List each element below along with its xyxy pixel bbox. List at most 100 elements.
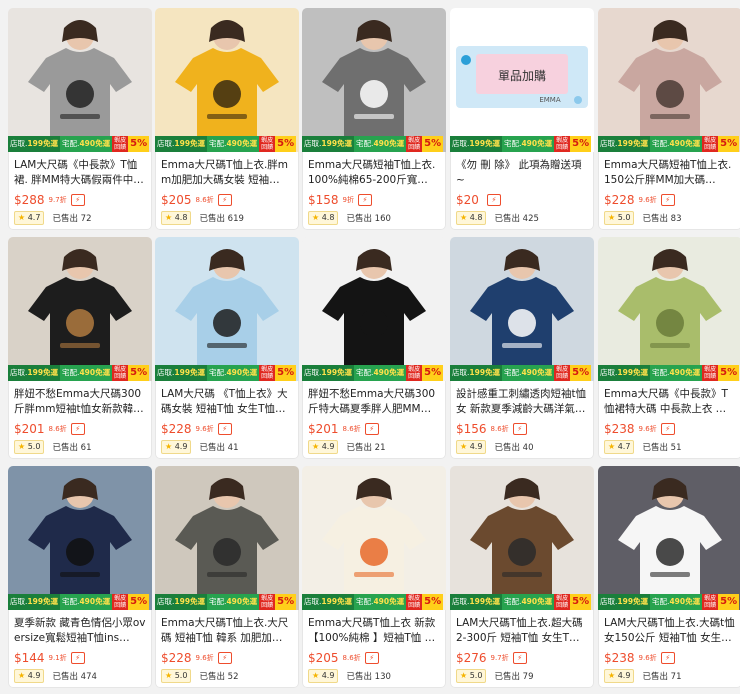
sold-count: 已售出 160 <box>346 214 391 224</box>
shop-pickup-promo: 店取.199免運 <box>155 136 208 152</box>
product-title[interactable]: Emma大尺碼短袖T恤上衣.100%純棉65-200斤寬… <box>308 158 440 188</box>
product-title[interactable]: 夏季新款 藏青色情侶小眾oversize寬鬆短袖T恤ins… <box>14 616 146 646</box>
cashback-percent: 5% <box>275 136 297 152</box>
cashback-label: 蝦皮 回饋 <box>406 136 423 152</box>
product-image[interactable] <box>302 237 446 381</box>
product-image[interactable] <box>155 466 299 610</box>
product-title[interactable]: LAM大尺碼T恤上衣.大碼t恤女150公斤 短袖T恤 女生… <box>604 616 736 646</box>
product-card[interactable]: 店取.199免運 宅配.490免運 蝦皮 回饋 5% 設計感重工刺繡透肉短袖t恤女… <box>450 237 594 459</box>
product-title[interactable]: LAM大尺碼T恤上衣.超大碼2-300斤 短袖T恤 女生T恤… <box>456 616 588 646</box>
home-delivery-promo: 宅配.490免運 <box>354 365 407 381</box>
star-icon: ★ <box>312 213 320 222</box>
home-delivery-promo: 宅配.490免運 <box>502 594 555 610</box>
product-image[interactable] <box>8 8 152 152</box>
price-row: $156 8.6折 ⚡ <box>456 421 527 437</box>
rating-value: 5.0 <box>174 671 188 680</box>
discount-label: 9.6折 <box>638 196 657 204</box>
product-image[interactable] <box>598 237 740 381</box>
product-title[interactable]: 《勿 刪 除》 此項為贈送項~ <box>456 158 588 188</box>
product-image-graphic <box>155 466 299 610</box>
cashback-label: 蝦皮 回饋 <box>112 136 129 152</box>
product-title[interactable]: Emma大尺碼T恤上衣 新款【100%純棉 】短袖T恤 … <box>308 616 440 646</box>
rating-row: ★ 4.9 已售出 130 <box>308 669 391 683</box>
product-image[interactable]: 單品加購 EMMA <box>450 8 594 152</box>
product-image-graphic <box>598 466 740 610</box>
home-delivery-promo: 宅配.490免運 <box>354 594 407 610</box>
product-image[interactable] <box>450 466 594 610</box>
product-title[interactable]: LAM大尺碼《中長款》T恤裙. 胖MM特大碼假兩件中長… <box>14 158 146 188</box>
product-card[interactable]: 店取.199免運 宅配.490免運 蝦皮 回饋 5% LAM大尺碼 《T恤上衣》大… <box>155 237 299 459</box>
product-image-graphic <box>598 8 740 152</box>
star-icon: ★ <box>608 671 616 680</box>
promo-banner: 店取.199免運 宅配.490免運 蝦皮 回饋 5% <box>450 136 594 152</box>
product-image-graphic <box>8 237 152 381</box>
product-card[interactable]: 單品加購 EMMA 店取.199免運 宅配.490免運 蝦皮 回饋 5% 《勿 刪… <box>450 8 594 230</box>
star-icon: ★ <box>608 442 616 451</box>
product-image-graphic <box>302 8 446 152</box>
rating-value: 5.0 <box>469 671 483 680</box>
discount-label: 8.6折 <box>490 425 509 433</box>
product-card[interactable]: 店取.199免運 宅配.490免運 蝦皮 回饋 5% Emma大尺碼短袖T恤上衣.… <box>302 8 446 230</box>
discount-label: 9.6折 <box>195 425 214 433</box>
product-card[interactable]: 店取.199免運 宅配.490免運 蝦皮 回饋 5% 胖妞不愁Emma大尺碼300… <box>8 237 152 459</box>
product-image[interactable] <box>8 466 152 610</box>
product-price: $201 <box>14 422 45 436</box>
product-title[interactable]: 胖妞不愁Emma大尺碼300斤胖mm短袖t恤女新款韓… <box>14 387 146 417</box>
product-title[interactable]: Emma大尺碼《中長款》T恤裙特大碼 中長款上衣 … <box>604 387 736 417</box>
product-card[interactable]: 店取.199免運 宅配.490免運 蝦皮 回饋 5% LAM大尺碼T恤上衣.大碼t… <box>598 466 740 688</box>
price-row: $228 9.6折 ⚡ <box>161 421 232 437</box>
rating-value: 4.9 <box>174 442 188 451</box>
product-image[interactable] <box>155 8 299 152</box>
product-image[interactable] <box>8 237 152 381</box>
shop-pickup-promo: 店取.199免運 <box>450 365 503 381</box>
price-row: $20 ⚡ <box>456 192 501 208</box>
promo-banner: 店取.199免運 宅配.490免運 蝦皮 回饋 5% <box>302 594 446 610</box>
product-title[interactable]: Emma大尺碼T恤上衣.大尺碼 短袖T恤 韓系 加肥加… <box>161 616 293 646</box>
fast-shipping-icon: ⚡ <box>660 194 675 206</box>
rating-row: ★ 4.9 已售出 71 <box>604 669 681 683</box>
rating-badge: ★ 4.9 <box>604 669 635 683</box>
product-card[interactable]: 店取.199免運 宅配.490免運 蝦皮 回饋 5% 夏季新款 藏青色情侶小眾ov… <box>8 466 152 688</box>
product-card[interactable]: 店取.199免運 宅配.490免運 蝦皮 回饋 5% Emma大尺碼《中長款》T恤… <box>598 237 740 459</box>
cashback-percent: 5% <box>422 594 444 610</box>
product-image[interactable] <box>598 8 740 152</box>
discount-label: 9.7折 <box>490 654 509 662</box>
product-title[interactable]: Emma大尺碼T恤上衣.胖mm加肥加大碼女裝 短袖… <box>161 158 293 188</box>
shop-pickup-promo: 店取.199免運 <box>598 136 651 152</box>
product-image[interactable] <box>302 8 446 152</box>
product-card[interactable]: 店取.199免運 宅配.490免運 蝦皮 回饋 5% Emma大尺碼T恤上衣.大尺… <box>155 466 299 688</box>
cashback-label: 蝦皮 回饋 <box>406 594 423 610</box>
cashback-percent: 5% <box>128 136 150 152</box>
product-card[interactable]: 店取.199免運 宅配.490免運 蝦皮 回饋 5% Emma大尺碼T恤上衣.胖m… <box>155 8 299 230</box>
product-card[interactable]: 店取.199免運 宅配.490免運 蝦皮 回饋 5% Emma大尺碼T恤上衣 新款… <box>302 466 446 688</box>
price-row: $158 9折 ⚡ <box>308 192 373 208</box>
shop-pickup-promo: 店取.199免運 <box>598 365 651 381</box>
promo-banner: 店取.199免運 宅配.490免運 蝦皮 回饋 5% <box>450 594 594 610</box>
product-title[interactable]: LAM大尺碼 《T恤上衣》大碼女裝 短袖T恤 女生T恤… <box>161 387 293 417</box>
sold-count: 已售出 619 <box>199 214 244 224</box>
discount-label: 9.1折 <box>48 654 67 662</box>
rating-row: ★ 4.9 已售出 21 <box>308 440 385 454</box>
product-card[interactable]: 店取.199免運 宅配.490免運 蝦皮 回饋 5% LAM大尺碼《中長款》T恤裙… <box>8 8 152 230</box>
product-card[interactable]: 店取.199免運 宅配.490免運 蝦皮 回饋 5% 胖妞不愁Emma大尺碼300… <box>302 237 446 459</box>
rating-value: 4.8 <box>174 213 188 222</box>
svg-text:單品加購: 單品加購 <box>498 69 546 83</box>
rating-value: 4.9 <box>27 671 41 680</box>
shop-pickup-promo: 店取.199免運 <box>155 365 208 381</box>
product-card[interactable]: 店取.199免運 宅配.490免運 蝦皮 回饋 5% LAM大尺碼T恤上衣.超大碼… <box>450 466 594 688</box>
product-title[interactable]: 胖妞不愁Emma大尺碼300斤特大碼夏季胖人肥MM… <box>308 387 440 417</box>
fast-shipping-icon: ⚡ <box>512 652 527 664</box>
star-icon: ★ <box>165 671 173 680</box>
product-image[interactable] <box>155 237 299 381</box>
product-image[interactable] <box>598 466 740 610</box>
product-card[interactable]: 店取.199免運 宅配.490免運 蝦皮 回饋 5% Emma大尺碼短袖T恤上衣.… <box>598 8 740 230</box>
home-delivery-promo: 宅配.490免運 <box>502 136 555 152</box>
product-title[interactable]: 設計感重工刺繡透肉短袖t恤女 新款夏季減齡大碼洋氣… <box>456 387 588 417</box>
shop-pickup-promo: 店取.199免運 <box>450 594 503 610</box>
product-image-graphic: 單品加購 EMMA <box>450 8 594 152</box>
rating-value: 4.7 <box>27 213 41 222</box>
product-image[interactable] <box>450 237 594 381</box>
product-title[interactable]: Emma大尺碼短袖T恤上衣.150公斤胖MM加大碼… <box>604 158 736 188</box>
price-row: $238 9.6折 ⚡ <box>604 421 675 437</box>
product-image[interactable] <box>302 466 446 610</box>
